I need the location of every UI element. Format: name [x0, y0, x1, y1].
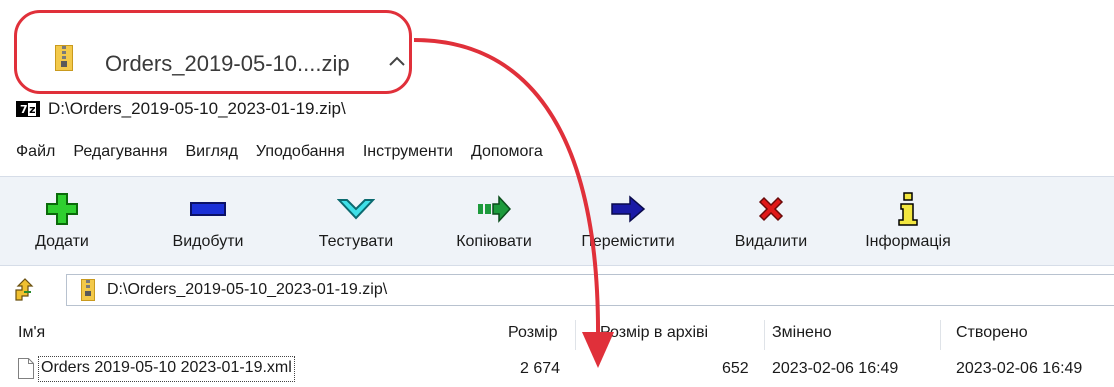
address-bar: D:\Orders_2019-05-10_2023-01-19.zip\ — [0, 270, 1114, 310]
menu-view[interactable]: Вигляд — [185, 143, 237, 169]
move-label: Перемістити — [581, 233, 675, 250]
file-list-header: Ім'я Розмір Розмір в архіві Змінено Ство… — [0, 316, 1114, 352]
column-divider[interactable] — [764, 320, 765, 350]
copy-arrow-icon — [478, 195, 511, 223]
download-file-name: Orders_2019-05-10....zip — [105, 51, 350, 76]
7z-icon: 7z — [16, 101, 40, 117]
menu-help[interactable]: Допомога — [471, 143, 543, 169]
toolbar: Додати Видобути Тестувати Копіювати Пере… — [0, 176, 1114, 266]
file-name: Orders 2019-05-10 2023-01-19.xml — [38, 356, 295, 382]
copy-button[interactable]: Копіювати — [438, 177, 550, 265]
extract-label: Видобути — [172, 233, 244, 250]
menu-file[interactable]: Файл — [16, 143, 55, 169]
menu-favorites[interactable]: Уподобання — [256, 143, 345, 169]
column-packed-size[interactable]: Розмір в архіві — [600, 324, 708, 342]
info-label: Інформація — [865, 233, 951, 250]
file-modified: 2023-02-06 16:49 — [772, 360, 899, 377]
check-icon — [337, 199, 375, 220]
minus-icon — [190, 202, 226, 216]
info-button[interactable]: Інформація — [848, 177, 968, 265]
add-label: Додати — [35, 233, 89, 250]
extract-button[interactable]: Видобути — [160, 177, 256, 265]
window-title-bar: 7z D:\Orders_2019-05-10_2023-01-19.zip\ — [16, 96, 346, 122]
add-button[interactable]: Додати — [20, 177, 104, 265]
test-button[interactable]: Тестувати — [300, 177, 412, 265]
delete-x-icon — [758, 196, 784, 222]
file-size: 2 674 — [520, 360, 561, 377]
column-name[interactable]: Ім'я — [18, 324, 45, 342]
column-divider[interactable] — [940, 320, 941, 350]
delete-label: Видалити — [734, 233, 808, 250]
zip-archive-icon — [55, 45, 73, 71]
file-created: 2023-02-06 16:49 — [956, 360, 1083, 377]
download-chip[interactable]: Orders_2019-05-10....zip — [14, 10, 412, 94]
zip-archive-icon — [81, 279, 95, 301]
info-icon — [898, 192, 918, 226]
menu-edit[interactable]: Редагування — [73, 143, 167, 169]
folder-up-icon[interactable] — [14, 278, 36, 302]
file-packed-size: 652 — [722, 360, 749, 377]
menu-bar: Файл Редагування Вигляд Уподобання Інстр… — [16, 143, 561, 169]
move-button[interactable]: Перемістити — [568, 177, 688, 265]
column-divider[interactable] — [575, 320, 576, 350]
copy-label: Копіювати — [456, 233, 532, 250]
chevron-up-icon[interactable] — [387, 53, 407, 69]
table-row[interactable]: Orders 2019-05-10 2023-01-19.xml 2 674 6… — [0, 352, 1114, 386]
column-size[interactable]: Розмір — [508, 324, 557, 342]
delete-button[interactable]: Видалити — [720, 177, 822, 265]
menu-tools[interactable]: Інструменти — [363, 143, 453, 169]
column-created[interactable]: Створено — [956, 324, 1028, 342]
address-field[interactable]: D:\Orders_2019-05-10_2023-01-19.zip\ — [66, 274, 1114, 306]
plus-icon — [46, 193, 78, 225]
test-label: Тестувати — [318, 233, 394, 250]
address-path: D:\Orders_2019-05-10_2023-01-19.zip\ — [107, 281, 388, 298]
file-icon — [18, 358, 34, 379]
window-title: D:\Orders_2019-05-10_2023-01-19.zip\ — [48, 99, 346, 118]
move-arrow-icon — [611, 195, 646, 223]
column-modified[interactable]: Змінено — [772, 324, 832, 342]
